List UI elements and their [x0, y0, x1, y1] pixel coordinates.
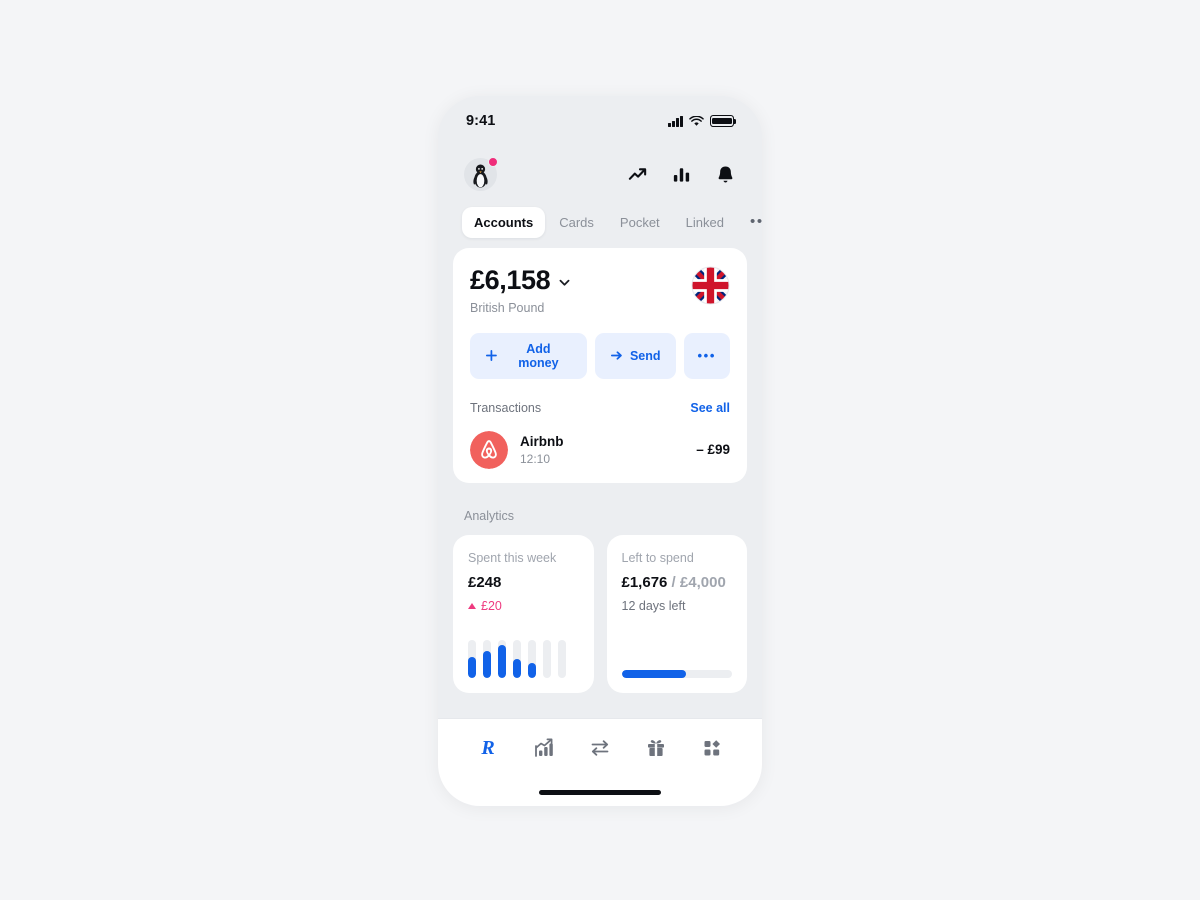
tab-cards[interactable]: Cards — [547, 207, 606, 238]
bar-fill — [468, 656, 476, 678]
nav-rewards[interactable] — [641, 735, 671, 761]
analytics-grid: Spent this week £248 £20 Left to spend £… — [438, 523, 762, 693]
airbnb-logo-icon — [470, 430, 508, 469]
budget-value: £1,676 / £4,000 — [622, 574, 733, 591]
bar-fill — [498, 645, 506, 678]
bar-fill — [528, 663, 536, 678]
bell-icon[interactable] — [715, 164, 736, 185]
balance-block: £6,158 British Pound — [470, 265, 571, 315]
budget-progress-fill — [621, 669, 686, 678]
status-bar: 9:41 — [438, 96, 762, 140]
transfer-icon — [591, 740, 609, 756]
bar-track — [558, 639, 566, 678]
see-all-link[interactable]: See all — [690, 401, 730, 415]
analytics-icon — [535, 738, 553, 757]
tab-accounts[interactable]: Accounts — [462, 206, 546, 238]
send-label: Send — [629, 348, 661, 363]
transaction-merchant: Airbnb — [520, 433, 564, 449]
status-icons — [668, 115, 737, 127]
spent-value: £248 — [468, 573, 502, 591]
trending-up-icon[interactable] — [627, 164, 648, 185]
bar-fill — [483, 651, 491, 678]
bar-track — [468, 639, 476, 678]
app-header — [438, 140, 762, 196]
more-actions-button[interactable]: ••• — [683, 332, 730, 379]
battery-icon — [710, 115, 737, 127]
notification-dot — [488, 156, 498, 167]
nav-analytics[interactable] — [529, 735, 559, 761]
analytics-section-label: Analytics — [464, 508, 515, 523]
bar-track — [543, 639, 551, 678]
transactions-header: Transactions See all — [470, 401, 730, 415]
chevron-down-icon — [559, 279, 570, 286]
header-icons — [627, 164, 736, 185]
transaction-amount: – £99 — [696, 442, 730, 458]
balance-selector[interactable]: £6,158 — [470, 265, 571, 296]
transaction-row[interactable]: Airbnb 12:10 – £99 — [470, 430, 730, 469]
bar-fill — [513, 658, 521, 678]
nav-more[interactable] — [697, 735, 727, 761]
bar-track — [498, 639, 506, 678]
phone-frame: 9:41 Accounts Cards Pocket Linked • £6,1… — [438, 96, 762, 806]
triangle-up-icon — [468, 602, 476, 609]
account-actions: Add money Send ••• — [470, 332, 730, 379]
wifi-icon — [689, 115, 704, 126]
spent-this-week-card[interactable]: Spent this week £248 £20 — [453, 534, 594, 693]
home-logo: R — [481, 737, 495, 759]
bar-track — [483, 639, 491, 678]
account-card: £6,158 British Pound Add money Send ••• … — [453, 248, 747, 483]
more-grid-icon — [704, 740, 720, 756]
status-time: 9:41 — [466, 113, 496, 129]
spent-delta-value: £20 — [481, 598, 502, 613]
left-to-spend-card[interactable]: Left to spend £1,676 / £4,000 12 days le… — [606, 534, 747, 693]
uk-flag-icon — [691, 266, 730, 305]
arrow-right-icon — [610, 351, 622, 360]
transaction-details: Airbnb 12:10 — [520, 434, 696, 466]
currency-label: British Pound — [470, 300, 545, 315]
budget-label: Left to spend — [621, 550, 694, 565]
tab-pocket[interactable]: Pocket — [608, 207, 672, 238]
spent-label: Spent this week — [468, 550, 557, 565]
balance-row: £6,158 British Pound — [470, 265, 730, 315]
spent-delta: £20 — [468, 599, 579, 613]
nav-transfer[interactable] — [585, 735, 615, 761]
add-money-label: Add money — [518, 341, 559, 370]
budget-remaining: £1,676 — [621, 573, 668, 591]
avatar[interactable] — [464, 156, 498, 191]
budget-total: £4,000 — [679, 573, 726, 591]
tab-linked[interactable]: Linked — [674, 207, 736, 238]
cellular-signal-icon — [668, 115, 683, 127]
balance-amount: £6,158 — [470, 265, 551, 295]
rewards-gift-icon — [648, 740, 664, 756]
bar-chart-icon[interactable] — [671, 164, 692, 185]
tab-more-button[interactable]: ••• — [742, 212, 762, 232]
bar-track — [528, 639, 536, 678]
add-money-button[interactable]: Add money — [470, 332, 587, 379]
budget-progress-track — [621, 669, 732, 678]
transactions-title: Transactions — [470, 400, 542, 415]
budget-days-left: 12 days left — [621, 598, 686, 613]
nav-home[interactable]: R — [473, 735, 503, 761]
tab-bar: Accounts Cards Pocket Linked ••• — [438, 196, 762, 240]
screenshot-canvas: 9:41 Accounts Cards Pocket Linked • £6,1… — [0, 0, 1200, 900]
weekly-spend-bar-chart — [468, 639, 579, 678]
transaction-time: 12:10 — [520, 451, 551, 466]
home-indicator — [539, 790, 661, 795]
bar-track — [513, 639, 521, 678]
plus-icon — [485, 350, 497, 362]
send-button[interactable]: Send — [594, 332, 676, 379]
budget-separator: / — [667, 573, 680, 591]
